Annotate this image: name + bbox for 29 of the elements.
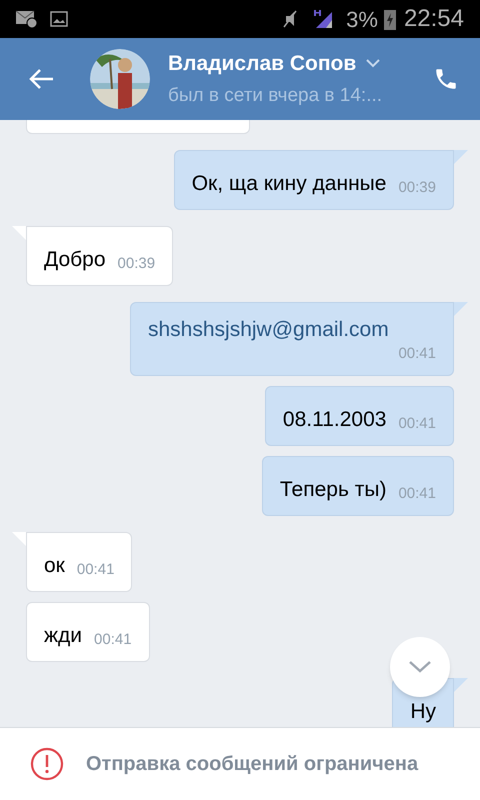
message-time: 00:39 [118,254,156,274]
contact-name[interactable]: Владислав Сопов [168,48,356,80]
restriction-notice: Отправка сообщений ограничена [86,752,418,777]
message-time: 00:41 [76,560,114,580]
message-time: 00:41 [398,484,436,504]
warning-icon [30,747,64,781]
message-time: 00:41 [398,414,436,434]
message-text: Ок, ща кину данные [192,171,386,197]
message-text: Ну [410,699,436,725]
scroll-down-button[interactable] [390,637,450,697]
message-text: Теперь ты) [280,477,386,503]
back-icon [29,68,55,90]
message-text: Добро [44,247,106,273]
mail-icon [16,10,38,28]
message-time: 00:39 [398,178,436,198]
message-time: 00:41 [94,630,132,650]
email-link[interactable]: shshshsjshjw@gmail.com [148,316,389,344]
battery-level: 3% [346,6,378,34]
message-text: ок [44,553,65,579]
clock-time: 22:54 [404,4,464,34]
chevron-down-icon[interactable] [366,59,380,68]
battery-icon [384,8,396,30]
message-text: жди [44,623,82,649]
image-icon [50,11,68,27]
last-seen-status: был в сети вчера в 14:... [168,84,384,108]
mute-icon [282,9,298,29]
message-time: 00:41 [398,344,436,364]
message-text: 08.11.2003 [282,407,386,433]
chevron-down-icon [408,660,432,674]
